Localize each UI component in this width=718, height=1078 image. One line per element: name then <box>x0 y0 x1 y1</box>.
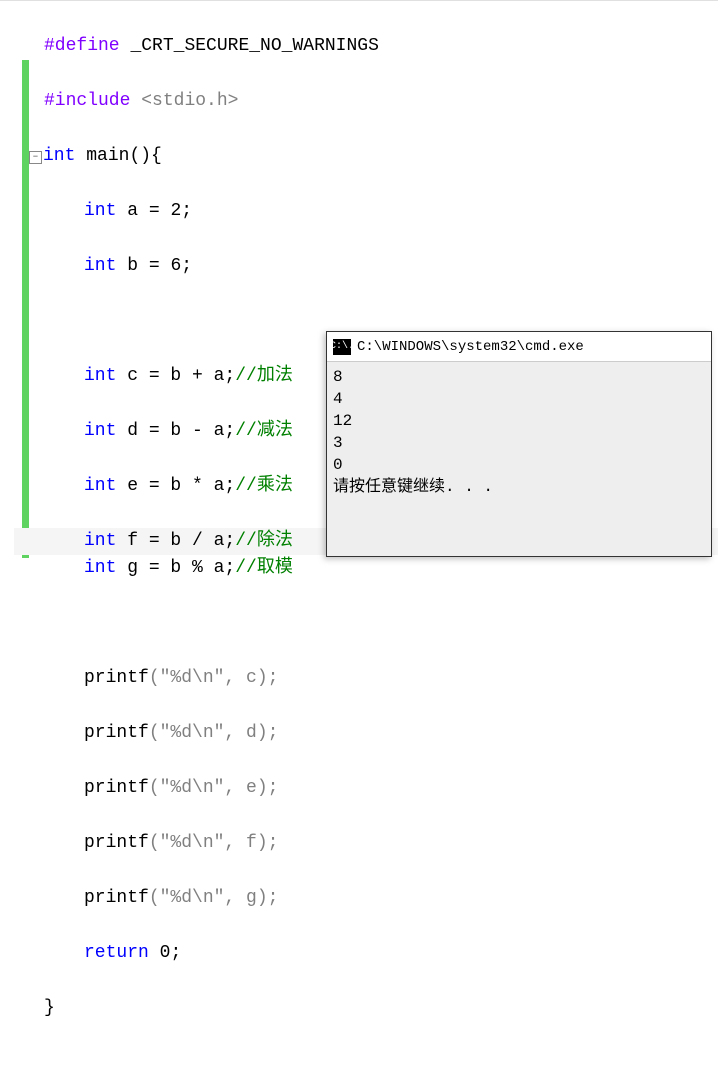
expr-f: f = b / a; <box>127 531 235 551</box>
preproc-include: #include <box>44 91 130 111</box>
type-int: int <box>84 421 116 441</box>
args-d: ("%d\n", d); <box>149 723 279 743</box>
console-window[interactable]: C:\. C:\WINDOWS\system32\cmd.exe 8 4 12 … <box>326 331 712 557</box>
parens: () <box>129 146 151 166</box>
fn-main: main <box>86 146 129 166</box>
expr-d: d = b - a; <box>127 421 235 441</box>
expr-e: e = b * a; <box>127 476 235 496</box>
comment-mul: //乘法 <box>235 476 293 496</box>
fn-printf: printf <box>84 668 149 688</box>
var-a: a <box>127 201 138 221</box>
console-titlebar[interactable]: C:\. C:\WINDOWS\system32\cmd.exe <box>327 332 711 362</box>
console-line: 0 <box>333 454 705 476</box>
expr-g: g = b % a; <box>127 558 235 578</box>
kw-return: return <box>84 943 149 963</box>
semi: ; <box>170 943 181 963</box>
args-c: ("%d\n", c); <box>149 668 279 688</box>
type-int: int <box>84 531 116 551</box>
semi: ; <box>181 256 192 276</box>
comment-mod: //取模 <box>235 558 293 578</box>
fold-toggle-icon[interactable]: − <box>29 151 42 164</box>
semi: ; <box>181 201 192 221</box>
console-line: 4 <box>333 388 705 410</box>
cmd-icon: C:\. <box>333 339 351 355</box>
preproc-define: #define <box>44 36 120 56</box>
console-line: 8 <box>333 366 705 388</box>
macro-name: _CRT_SECURE_NO_WARNINGS <box>130 36 378 56</box>
eq: = <box>149 256 160 276</box>
val-6: 6 <box>170 256 181 276</box>
comment-add: //加法 <box>235 366 293 386</box>
comment-sub: //减法 <box>235 421 293 441</box>
args-e: ("%d\n", e); <box>149 778 279 798</box>
console-line: 12 <box>333 410 705 432</box>
close-brace: } <box>44 998 55 1018</box>
type-int: int <box>84 558 116 578</box>
type-int: int <box>84 366 116 386</box>
fn-printf: printf <box>84 723 149 743</box>
var-b: b <box>127 256 138 276</box>
type-int: int <box>43 146 75 166</box>
include-header: <stdio.h> <box>141 91 238 111</box>
console-line: 请按任意键继续. . . <box>333 476 705 498</box>
comment-div: //除法 <box>235 531 293 551</box>
console-title: C:\WINDOWS\system32\cmd.exe <box>357 339 584 355</box>
type-int: int <box>84 201 116 221</box>
fn-printf: printf <box>84 833 149 853</box>
open-brace: { <box>151 146 162 166</box>
console-line: 3 <box>333 432 705 454</box>
fn-printf: printf <box>84 778 149 798</box>
type-int: int <box>84 256 116 276</box>
return-val: 0 <box>160 943 171 963</box>
args-g: ("%d\n", g); <box>149 888 279 908</box>
fn-printf: printf <box>84 888 149 908</box>
args-f: ("%d\n", f); <box>149 833 279 853</box>
val-2: 2 <box>170 201 181 221</box>
console-body[interactable]: 8 4 12 3 0 请按任意键继续. . . <box>327 362 711 502</box>
eq: = <box>149 201 160 221</box>
type-int: int <box>84 476 116 496</box>
expr-c: c = b + a; <box>127 366 235 386</box>
